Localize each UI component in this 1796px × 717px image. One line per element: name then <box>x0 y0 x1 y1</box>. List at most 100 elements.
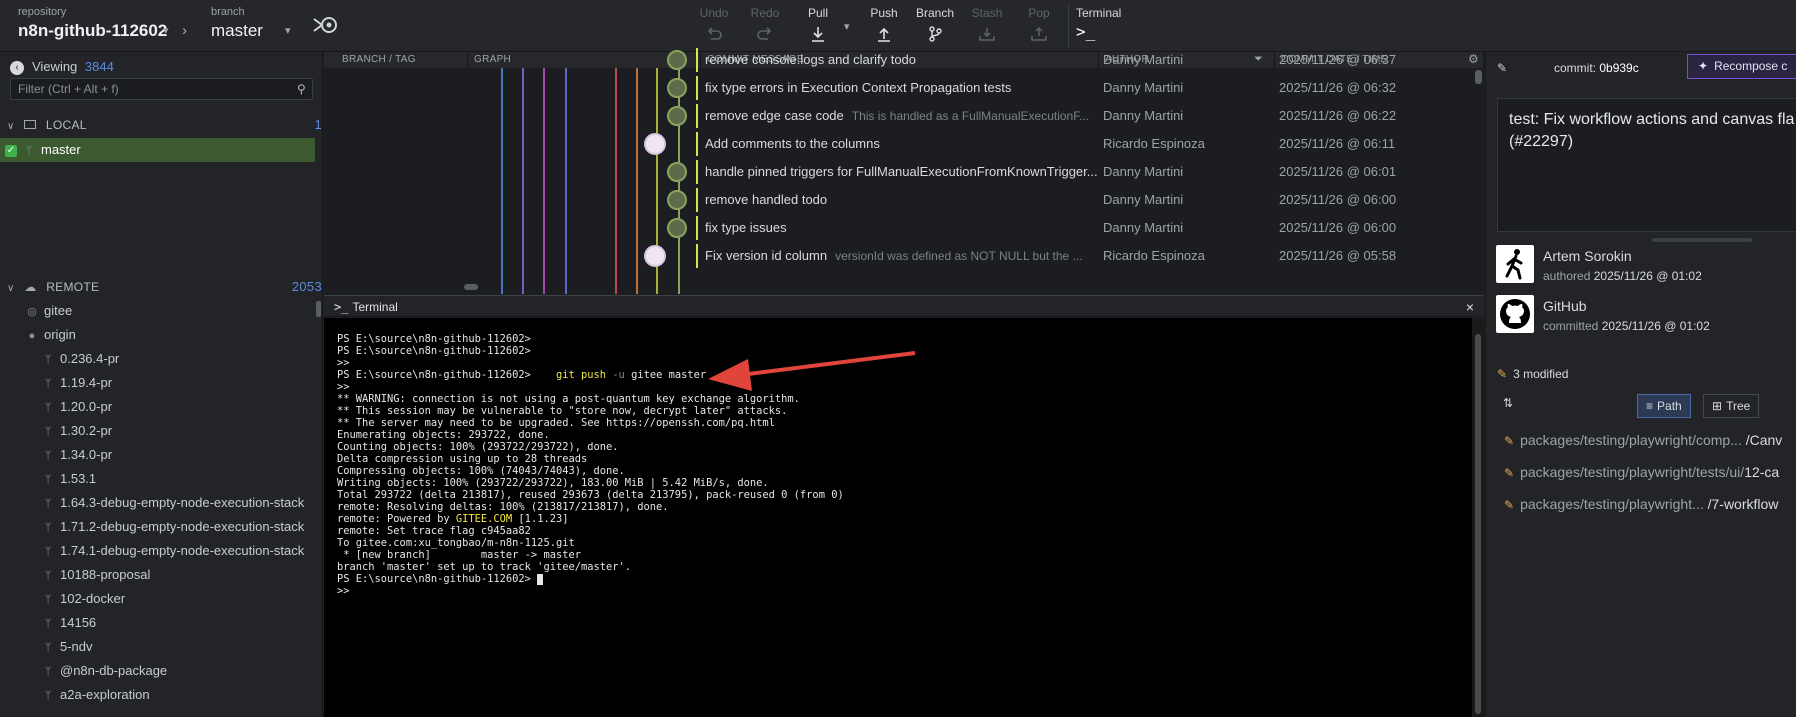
remote-branch-item[interactable]: ᛘ 1.74.1-debug-empty-node-execution-stack <box>42 539 357 563</box>
recompose-button[interactable]: ✦ Recompose c <box>1687 54 1796 79</box>
commit-row[interactable]: fix type issues Danny Martini 2025/11/26 @… <box>324 214 1480 242</box>
terminal-button[interactable]: Terminal >_ <box>1076 6 1122 41</box>
undo-button[interactable]: Undo <box>691 6 737 43</box>
commit-details-panel: ✎ commit: 0b939c ✦ Recompose c test: Fix … <box>1485 52 1796 717</box>
graph-scrollbar[interactable] <box>1475 70 1482 84</box>
sort-icon[interactable]: ⇅ <box>1503 396 1513 410</box>
toolbar: repository n8n-github-112602 ▾ › branch … <box>0 0 1796 52</box>
remote-branch-item[interactable]: ᛘ 1.19.4-pr <box>42 371 357 395</box>
tree-view-toggle[interactable]: ⊞ Tree <box>1703 394 1760 418</box>
pull-button[interactable]: Pull <box>795 6 841 43</box>
local-section-header[interactable]: ∨ LOCAL 1 <box>7 113 322 137</box>
remote-branch-item[interactable]: ᛘ 1.20.0-pr <box>42 395 357 419</box>
file-row[interactable]: ✎ packages/testing/playwright/comp... /Ca… <box>1504 432 1782 452</box>
graph-hscroll[interactable] <box>464 284 478 290</box>
pencil-icon: ✎ <box>1504 466 1515 480</box>
search-icon[interactable]: ⚲ <box>297 82 306 96</box>
remote-branch-item[interactable]: ᛘ a2a-exploration <box>42 683 357 707</box>
remote-label: gitee <box>44 303 73 318</box>
launchpad-icon[interactable] <box>312 14 338 39</box>
branch-label: a2a-exploration <box>60 687 150 702</box>
push-button[interactable]: Push <box>861 6 907 43</box>
remote-branch-item[interactable]: ᛘ 5-ndv <box>42 635 357 659</box>
terminal-cursor <box>537 573 544 585</box>
committed-meta: committed 2025/11/26 @ 01:02 <box>1543 319 1710 333</box>
chevron-down-icon: ∨ <box>7 283 15 294</box>
commit-message: handle pinned triggers for FullManualExe… <box>705 164 1098 179</box>
file-row[interactable]: ✎ packages/testing/playwright/tests/ui/12… <box>1504 464 1779 484</box>
repository-caption: repository <box>18 6 67 18</box>
pull-options-icon[interactable]: ▾ <box>844 20 850 33</box>
stash-button[interactable]: Stash <box>964 6 1010 43</box>
commit-row[interactable]: remove edge case code This is handled as … <box>324 102 1480 130</box>
remote-origin[interactable]: ● origin <box>26 323 341 347</box>
branch-selector[interactable]: branch master <box>211 6 263 41</box>
terminal-scrollbar[interactable] <box>1472 318 1484 717</box>
commit-row[interactable]: handle pinned triggers for FullManualExe… <box>324 158 1480 186</box>
redo-button[interactable]: Redo <box>742 6 788 43</box>
remote-gitee[interactable]: ◎ gitee <box>26 299 341 323</box>
edit-commit-icon[interactable]: ✎ <box>1497 61 1507 75</box>
remote-branch-item[interactable]: ᛘ 1.64.3-debug-empty-node-execution-stack <box>42 491 357 515</box>
pencil-icon: ✎ <box>1504 434 1515 448</box>
pop-button[interactable]: Pop <box>1016 6 1062 43</box>
branch-icon: ᛘ <box>44 642 52 654</box>
commit-author: Danny Martini <box>1103 164 1184 179</box>
branch-icon: ᛘ <box>44 426 52 438</box>
branch-button[interactable]: Branch <box>912 6 958 43</box>
remote-branch-item[interactable]: ᛘ 1.71.2-debug-empty-node-execution-stack <box>42 515 357 539</box>
close-icon[interactable]: × <box>1466 296 1474 318</box>
branch-label: 102-docker <box>60 591 126 606</box>
branch-dropdown-icon[interactable]: ▾ <box>285 24 291 37</box>
terminal-line: remote: Resolving deltas: 100% (213817/2… <box>337 501 669 513</box>
remote-branch-item[interactable]: ᛘ 0.236.4-pr <box>42 347 357 371</box>
terminal-label: Terminal <box>1076 6 1122 20</box>
commit-row[interactable]: Add comments to the columns Ricardo Espin… <box>324 130 1480 158</box>
push-label: Push <box>870 6 898 20</box>
checkbox-checked-icon[interactable]: ✓ <box>5 144 17 157</box>
resize-handle[interactable] <box>1652 238 1752 242</box>
commit-date: 2025/11/26 @ 06:01 <box>1279 164 1397 179</box>
local-branch-master[interactable]: ✓ ᛘ master <box>0 138 315 162</box>
viewing-count: 3844 <box>84 59 114 74</box>
commit-date: 2025/11/26 @ 06:32 <box>1279 80 1397 95</box>
commit-row[interactable]: fix type errors in Execution Context Pro… <box>324 74 1480 102</box>
terminal-line: PS E:\source\n8n-github-112602> <box>337 333 531 345</box>
branch-icon: ᛘ <box>44 450 52 462</box>
remote-branch-item[interactable]: ᛘ 10188-proposal <box>42 563 357 587</box>
remote-section-header[interactable]: ∨ ☁ REMOTE 2053 <box>7 275 322 299</box>
branch-label: 5-ndv <box>60 639 93 654</box>
branch-icon: ᛘ <box>44 402 52 414</box>
path-view-toggle[interactable]: ≡ Path <box>1637 394 1691 418</box>
remote-branch-item[interactable]: ᛘ 1.34.0-pr <box>42 443 357 467</box>
commit-message: remove edge case code This is handled as … <box>705 108 1090 123</box>
pull-label: Pull <box>807 6 828 20</box>
remote-branch-item[interactable]: ᛘ 1.30.2-pr <box>42 419 357 443</box>
remote-branch-item[interactable]: ᛘ @n8n-db-package <box>42 659 357 683</box>
commit-row[interactable]: remove handled todo Danny Martini 2025/11/… <box>324 186 1480 214</box>
repository-selector[interactable]: repository n8n-github-112602 <box>18 6 167 41</box>
terminal-title: Terminal <box>352 300 398 314</box>
collapse-sidebar-icon[interactable]: ‹ <box>10 60 24 75</box>
commit-message-box[interactable]: test: Fix workflow actions and canvas fl… <box>1497 98 1796 232</box>
remote-branch-item[interactable]: ᛘ 102-docker <box>42 587 357 611</box>
file-row[interactable]: ✎ packages/testing/playwright... /7-workf… <box>1504 496 1778 516</box>
tree-label: Tree <box>1726 399 1751 413</box>
terminal-icon: >_ <box>1076 22 1096 41</box>
repo-dropdown-icon[interactable]: ▾ <box>163 24 169 37</box>
computer-icon <box>24 120 37 129</box>
branch-label: 1.30.2-pr <box>60 423 113 438</box>
remote-branch-item[interactable]: ᛘ 14156 <box>42 611 357 635</box>
terminal-line: branch 'master' set up to track 'gitee/m… <box>337 561 632 573</box>
filter-input[interactable]: Filter (Ctrl + Alt + f) <box>10 78 313 100</box>
commit-row[interactable]: Fix version id column versionId was defin… <box>324 242 1480 270</box>
commit-row[interactable]: remove console.logs and clarify todo Dann… <box>324 46 1480 74</box>
sidebar-scrollbar[interactable] <box>316 301 321 317</box>
commit-date: 2025/11/26 @ 06:11 <box>1279 136 1396 151</box>
redo-icon <box>757 27 772 40</box>
branch-icon: ᛘ <box>44 546 52 558</box>
branch-label: 1.74.1-debug-empty-node-execution-stack <box>60 543 305 558</box>
remote-branch-item[interactable]: ᛘ 1.53.1 <box>42 467 357 491</box>
path-label: Path <box>1657 399 1682 413</box>
commit-avatar <box>667 50 687 70</box>
